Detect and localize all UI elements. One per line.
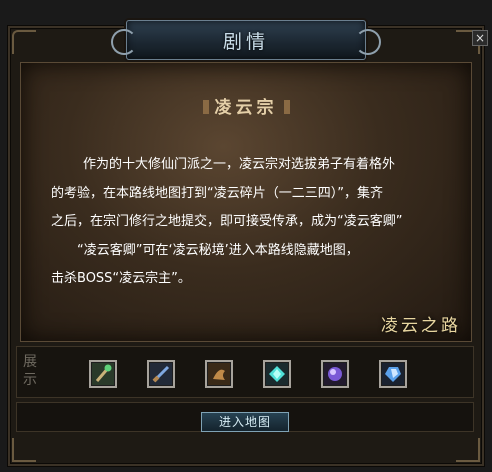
item-slot-5[interactable] xyxy=(321,360,349,388)
window-title: 剧情 xyxy=(222,30,269,53)
cyan-gem-icon xyxy=(266,363,288,385)
item-slot-6[interactable] xyxy=(379,360,407,388)
enter-map-button[interactable]: 进入地图 xyxy=(201,412,289,432)
story-line: 的考验，在本路线地图打到“凌云碎片（一二三四）”，集齐 xyxy=(51,185,383,201)
jade-staff-icon xyxy=(92,363,114,385)
story-line: 之后，在宗门修行之地提交，即可接受传承，成为“凌云客卿” xyxy=(51,214,403,229)
heading-bar-icon xyxy=(202,100,209,114)
story-line: “凌云客卿”可在‘凌云秘境’进入本路线隐藏地图， xyxy=(77,242,359,258)
item-slot-2[interactable] xyxy=(147,360,175,388)
item-slot-4[interactable] xyxy=(263,360,291,388)
showcase-label: 展示 xyxy=(23,354,37,388)
close-button[interactable]: × xyxy=(472,30,488,46)
story-heading-row: 凌云宗 xyxy=(21,93,471,118)
heading-bar-icon xyxy=(283,100,290,114)
item-slot-3[interactable] xyxy=(205,360,233,388)
frame-corner xyxy=(456,438,480,462)
story-line: 作为的十大修仙门派之一，凌云宗对选拔弟子有着格外 xyxy=(83,157,396,172)
purple-orb-icon xyxy=(324,363,346,385)
story-line: 击杀BOSS“凌云宗主”。 xyxy=(51,271,191,286)
blue-crystal-icon xyxy=(382,363,404,385)
showcase-panel: 展示 xyxy=(16,346,474,398)
frame-corner xyxy=(12,30,36,54)
story-heading: 凌云宗 xyxy=(214,98,278,118)
frame-corner xyxy=(12,438,36,462)
bronze-artifact-icon xyxy=(208,363,230,385)
window-title-plate: 剧情 xyxy=(111,20,381,60)
scroll-ornament-icon xyxy=(111,29,137,55)
story-text: 作为的十大修仙门派之一，凌云宗对选拔弟子有着格外 的考验，在本路线地图打到“凌云… xyxy=(51,151,475,294)
scroll-ornament-icon xyxy=(355,29,381,55)
route-name: 凌云之路 xyxy=(381,316,461,336)
blue-blade-icon xyxy=(150,363,172,385)
story-panel: 凌云宗 作为的十大修仙门派之一，凌云宗对选拔弟子有着格外 的考验，在本路线地图打… xyxy=(20,62,472,342)
item-slot-1[interactable] xyxy=(89,360,117,388)
